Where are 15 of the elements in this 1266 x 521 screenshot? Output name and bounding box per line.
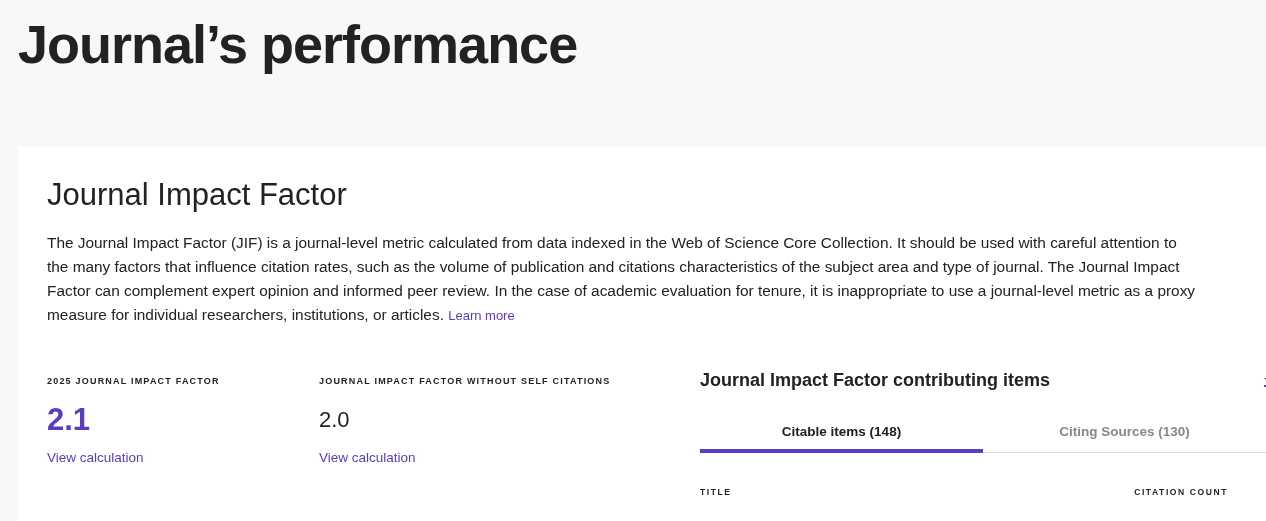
- metric-value: 2.0: [319, 406, 351, 434]
- column-header: TITLE: [700, 487, 732, 497]
- metric-label: JOURNAL IMPACT FACTOR WITHOUT SELF CITATIONS: [319, 375, 611, 388]
- learn-more-link[interactable]: Learn more: [448, 308, 515, 323]
- description-text: The Journal Impact Factor (JIF) is a journal-level metric calculated from data indexed in the Web of Science Core Collection. It should be used with careful attention to the many factors that influence citation rates, such as the volume of publication and citations characteristics of the subject area and type of journal. The Journal Impact Factor can complement expert opinion and informed peer review. In the case of academic evaluation for tenure, it is inappropriate to use a journal-level metric as a proxy measure for individual researchers, institutions, or articles. Learn more: [47, 233, 1197, 325]
- card-title: Journal Impact Factor: [47, 176, 348, 214]
- column-header: CITATION COUNT: [1134, 487, 1228, 497]
- view-calculation-link[interactable]: View calculation: [47, 450, 144, 465]
- view-calculation-link[interactable]: View calculation: [319, 450, 416, 465]
- metric-value: 2.1: [47, 402, 92, 438]
- tab[interactable]: Citable items (148): [700, 416, 983, 453]
- section-title: Journal Impact Factor contributing items: [700, 369, 1051, 392]
- page-title: Journal’s performance: [18, 13, 579, 76]
- tab[interactable]: Citing Sources (130): [983, 416, 1266, 453]
- metric-label: 2025 JOURNAL IMPACT FACTOR: [47, 375, 220, 388]
